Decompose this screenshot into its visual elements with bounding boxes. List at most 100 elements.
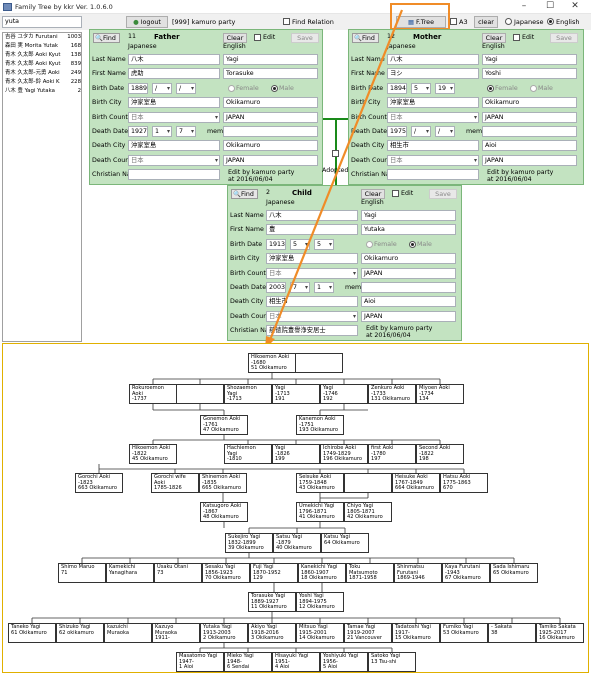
tree-node-line: 15 Okikamuro [395,635,431,642]
tree-node[interactable]: Mieko Yagi 1948- 6 Sendai [224,652,272,672]
tree-node-line: 192 [323,396,333,403]
tree-node-line: 6 Sendai [227,664,250,671]
tree-node[interactable]: kazuichi Muraoka [104,623,152,643]
tree-node[interactable]: Hachiemon Yagi -1810 [224,444,272,464]
tree-node[interactable]: Sesaku Yagi 1856-1923 70 Okikamuro [202,563,250,583]
tree-node[interactable]: Toku Matsumoto 1871-1958 [346,563,394,583]
tree-node[interactable] [344,473,392,493]
tree-node-line: 16 Okikamuro [539,635,575,642]
tree-node-line: 62 okikamuro [59,629,94,636]
tree-node-line: -1713 [227,396,242,403]
tree-node-line: 73 [157,569,164,576]
tree-node[interactable]: Gorochi wife Aoki 1785-1826 [151,473,199,493]
tree-node-line: -1810 [227,456,242,463]
tree-node[interactable] [176,384,224,404]
tree-node[interactable]: Chiyo Yagi 1805-1871 42 Okikamuro [344,502,392,522]
tree-node-line: 129 [253,575,263,582]
tree-node-line: 47 Okikamuro [203,427,239,434]
tree-node-line: 1871-1958 [349,575,377,582]
tree-node[interactable]: Tamiko Sakata 1925-2017 16 Okikamuro [536,623,584,643]
tree-node-line: 198 [419,456,429,463]
tree-node[interactable]: Yoshi Yagi 1894-1975 12 Okikamuro [296,592,344,612]
tree-node[interactable]: Yoshiyuki Yagi 1956- 5 Aioi [320,652,368,672]
tree-node-line: 670 [443,485,453,492]
tree-node-line: 2 Okikamuro [203,635,236,642]
tree-node-line: 663 Okikamuro [78,485,117,492]
tree-node[interactable]: Shozaemon Yagi -1713 [224,384,272,404]
tree-node-line: 11 Okikamuro [251,604,287,611]
tree-node[interactable]: Sada Ishimaru 65 Okikamuro [490,563,538,583]
tree-node-line: 21 Vancouver [347,635,382,642]
tree-node-line: 1 Aioi [179,664,194,671]
tree-node[interactable]: Kanemon Aoki -1751 193 Okikamuro [296,415,344,435]
family-tree-view[interactable]: Hikoemon Aoki -1680 51 Okikamuro Rokuroemon… [2,343,589,673]
tree-node[interactable]: Kaya Furutani -1943 67 Okikamuro [442,563,490,583]
tree-node[interactable]: Shinemon Aoki -1835 665 Okikamuro [199,473,247,493]
tree-node-line: -1737 [132,396,147,403]
tree-node[interactable]: Mitsuo Yagi 1915-2001 14 Okikamuro [296,623,344,643]
tree-node[interactable]: Rokuroemon Aoki -1737 [129,384,177,404]
tree-node[interactable]: Satsu Yagi -1879 40 Okikamuro [273,533,321,553]
tree-node-line: 134 [419,396,429,403]
tree-node[interactable]: - Sakata 38 [488,623,536,643]
tree-node-line: 61 Okikamuro [11,629,47,636]
tree-node-line: Yanagihara [109,569,138,576]
tree-node[interactable]: Usaku Otani 73 [154,563,202,583]
tree-node[interactable]: Zenkuro Aoki -1733 131 Okikamuro [368,384,416,404]
tree-node-line: 40 Okikamuro [276,545,312,552]
tree-node[interactable]: Hikoemon Aoki -1822 45 Okikamuro [129,444,177,464]
tree-node-line: 71 [61,569,68,576]
tree-node[interactable]: Masatomo Yagi 1947- 1 Aioi [176,652,224,672]
tree-node[interactable]: Hatsu Aoki 1775-1863 670 [440,473,488,493]
tree-node-line: 664 Okikamuro [395,485,434,492]
tree-node[interactable]: Kanekichi Yagi 1860-1907 18 Okikamuro [298,563,346,583]
tree-node-line: 193 Okikamuro [299,427,338,434]
tree-node[interactable]: Tamae Yagi 1919-2007 21 Vancouver [344,623,392,643]
tree-node[interactable]: Miyoen Aoki -1734 134 [416,384,464,404]
tree-node[interactable]: Shimo Maruo 71 [58,563,106,583]
tree-node[interactable]: Seisuke Aoki 1759-1848 43 Okikamuro [296,473,344,493]
tree-node[interactable]: Yagi -1746 192 [320,384,368,404]
tree-node[interactable]: Gonemon Aoki -1761 47 Okikamuro [200,415,248,435]
tree-node[interactable]: Satoko Yagi 13 Tsu-shi [368,652,416,672]
tree-node[interactable]: Second Aoki -1822 198 [416,444,464,464]
tree-node-line: 51 Okikamuro [251,365,287,372]
tree-node[interactable]: Torasuke Yagi 1889-1927 11 Okikamuro [248,592,296,612]
tree-node-line: 14 Okikamuro [299,635,335,642]
tree-node[interactable]: Yagi -1713 191 [272,384,320,404]
tree-node[interactable]: Heisuke Aoki 1767-1849 664 Okikamuro [392,473,440,493]
tree-node[interactable]: Shinmatsu Furutani 1869-1946 [394,563,442,583]
tree-node-line: 4 Aioi [275,664,290,671]
tree-node[interactable]: Hisayuki Yagi 1951- 4 Aioi [272,652,320,672]
tree-node-line: 65 Okikamuro [493,569,529,576]
tree-node[interactable]: Ichirobe Aoki 1749-1829 196 Okikamuro [320,444,368,464]
tree-node[interactable]: Kamekichi Yanagihara [106,563,154,583]
tree-node[interactable] [295,353,343,373]
tree-node[interactable]: Fumiko Yagi 53 Okikamuro [440,623,488,643]
tree-node[interactable]: Fuji Yagi 1870-1952 129 [250,563,298,583]
tree-node-line: 131 Okikamuro [371,396,410,403]
tree-node-line: 48 Okikamuro [203,514,239,521]
tree-node-line: 5 Aioi [323,664,338,671]
tree-node[interactable]: Kazuyo Muraoka 1911- [152,623,200,643]
tree-node[interactable]: Taneko Yagi 61 Okikamuro [8,623,56,643]
tree-node[interactable]: first Aoki -1780 197 [368,444,416,464]
tree-node[interactable]: Hikoemon Aoki -1680 51 Okikamuro [248,353,296,373]
tree-node-line: 70 Okikamuro [205,575,241,582]
tree-node[interactable]: Shizuko Yagi 62 okikamuro [56,623,104,643]
tree-node[interactable]: Katsugoro Aoki -1867 48 Okikamuro [200,502,248,522]
tree-node[interactable]: Yagi -1826 199 [272,444,320,464]
tree-node[interactable]: Yutaka Yagi 1913-2003 2 Okikamuro [200,623,248,643]
tree-node-line: Muraoka [107,629,129,636]
tree-node[interactable]: Akiyo Yagi 1918-2016 3 Okikamuro [248,623,296,643]
tree-node-line: 67 Okikamuro [445,575,481,582]
tree-node[interactable]: Sukejiro Yagi 1832-1899 39 Okikamuro [225,533,273,553]
tree-node[interactable]: Gorochi Aoki -1823 663 Okikamuro [75,473,123,493]
tree-node-line: 39 Okikamuro [228,545,264,552]
tree-node-line: 64 Okikamuro [324,539,360,546]
tree-node[interactable]: Tadatoshi Yagi 1917- 15 Okikamuro [392,623,440,643]
tree-node[interactable]: Katsu Yagi 64 Okikamuro [321,533,369,553]
tree-node-line: 43 Okikamuro [299,485,335,492]
tree-node[interactable]: Umekichi Yagi 1796-1871 41 Okikamuro [296,502,344,522]
tree-node-line: 197 [371,456,381,463]
